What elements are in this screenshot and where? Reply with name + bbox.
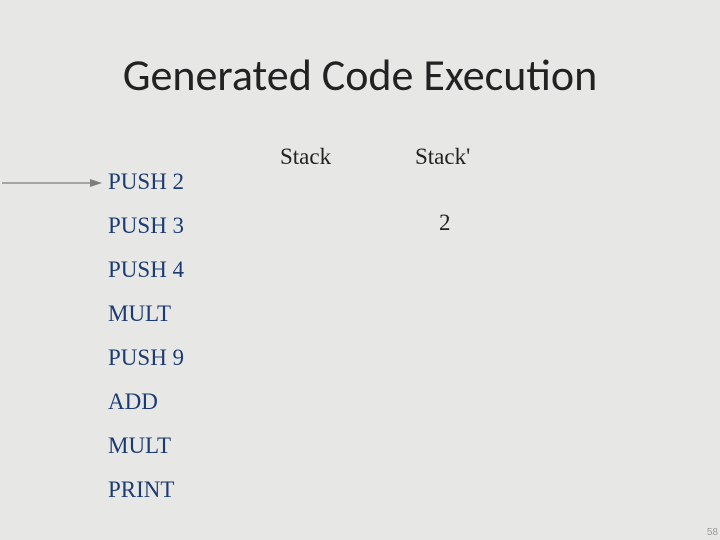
instruction-item: ADD — [108, 390, 184, 413]
stack-header-left: Stack — [280, 144, 331, 170]
instruction-item: PRINT — [108, 478, 184, 501]
page-number: 58 — [707, 527, 718, 538]
stack-prime-value: 2 — [439, 210, 451, 236]
instruction-item: MULT — [108, 302, 184, 325]
slide: Generated Code Execution PUSH 2 PUSH 3 P… — [0, 0, 720, 540]
instruction-list: PUSH 2 PUSH 3 PUSH 4 MULT PUSH 9 ADD MUL… — [108, 170, 184, 522]
current-instruction-arrow — [2, 176, 102, 190]
instruction-item: PUSH 4 — [108, 258, 184, 281]
instruction-item: PUSH 2 — [108, 170, 184, 193]
instruction-item: MULT — [108, 434, 184, 457]
page-title: Generated Code Execution — [0, 48, 720, 102]
instruction-item: PUSH 3 — [108, 214, 184, 237]
stack-header-right: Stack' — [415, 144, 470, 170]
instruction-item: PUSH 9 — [108, 346, 184, 369]
